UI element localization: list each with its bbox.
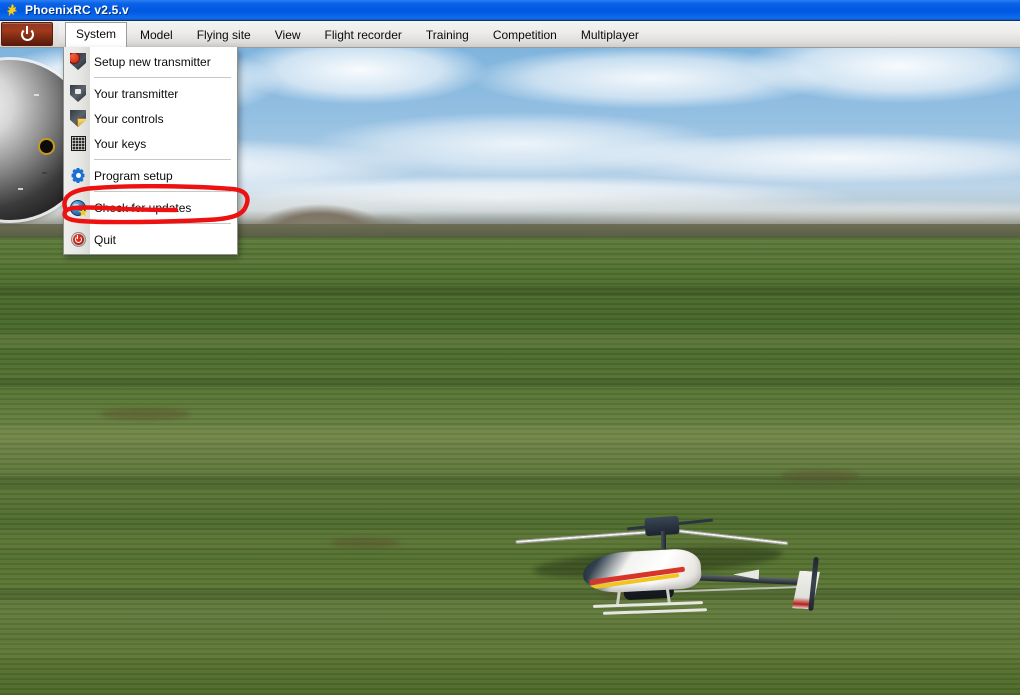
window-title: PhoenixRC v2.5.v	[25, 3, 129, 17]
phoenix-bird-icon	[4, 2, 20, 18]
menu-item-setup-new-transmitter[interactable]: Setup new transmitter	[64, 49, 237, 74]
system-dropdown-menu: Setup new transmitter Your transmitter Y…	[63, 47, 238, 255]
menu-item-label: Your controls	[94, 111, 164, 126]
power-off-icon	[68, 230, 88, 250]
toolbar-divider	[53, 22, 59, 46]
menu-item-your-transmitter[interactable]: Your transmitter	[64, 81, 237, 106]
menu-tab-training[interactable]: Training	[415, 23, 480, 47]
menu-separator	[94, 223, 231, 224]
menu-tab-flight-recorder[interactable]: Flight recorder	[314, 23, 413, 47]
menu-tab-multiplayer[interactable]: Multiplayer	[570, 23, 650, 47]
menu-bar: System Model Flying site View Flight rec…	[0, 21, 1020, 48]
power-icon	[20, 25, 34, 41]
shield-lock-icon	[68, 109, 88, 129]
menu-separator	[94, 191, 231, 192]
shield-plus-icon	[68, 52, 88, 72]
menu-tab-label: Flying site	[196, 28, 251, 42]
menu-tab-label: System	[76, 27, 117, 41]
menu-tab-label: Multiplayer	[580, 28, 639, 42]
menu-item-label: Setup new transmitter	[94, 54, 211, 69]
menu-tab-label: Model	[140, 28, 173, 42]
shield-transmitter-icon	[68, 84, 88, 104]
menu-item-label: Program setup	[94, 168, 173, 183]
menu-item-check-for-updates[interactable]: Check for updates	[64, 195, 237, 220]
menu-separator	[94, 77, 231, 78]
menu-tab-competition[interactable]: Competition	[482, 23, 568, 47]
menu-separator	[94, 159, 231, 160]
menu-tab-view[interactable]: View	[264, 23, 312, 47]
gear-icon	[68, 166, 88, 186]
menu-tab-flying-site[interactable]: Flying site	[186, 23, 262, 47]
menu-item-label: Your transmitter	[94, 86, 179, 101]
phoenix-bird-glyph	[6, 3, 18, 17]
menu-item-your-controls[interactable]: Your controls	[64, 106, 237, 131]
menu-item-label: Your keys	[94, 136, 147, 151]
title-bar: PhoenixRC v2.5.v	[0, 0, 1020, 21]
menu-item-label: Quit	[94, 232, 117, 247]
grass-field	[0, 238, 1020, 695]
rc-helicopter	[505, 473, 825, 615]
menu-tab-system[interactable]: System	[65, 22, 128, 48]
dial-aperture	[38, 138, 55, 155]
dial-tick	[18, 188, 23, 190]
globe-star-icon	[68, 198, 88, 218]
dial-tick	[34, 94, 39, 96]
keypad-icon	[68, 134, 88, 154]
menu-tab-model[interactable]: Model	[129, 23, 184, 47]
menu-tab-label: Competition	[492, 28, 557, 42]
menu-item-quit[interactable]: Quit	[64, 227, 237, 252]
menu-tabs: System Model Flying site View Flight rec…	[65, 20, 652, 48]
application-window: PhoenixRC v2.5.v System Model Flying sit…	[0, 0, 1020, 695]
menu-item-label: Check for updates	[94, 200, 192, 215]
menu-item-program-setup[interactable]: Program setup	[64, 163, 237, 188]
dial-tick	[42, 172, 47, 174]
menu-tab-label: Training	[425, 28, 469, 42]
menu-item-your-keys[interactable]: Your keys	[64, 131, 237, 156]
main-rotor-blade	[515, 529, 666, 544]
menu-tab-label: Flight recorder	[324, 28, 402, 42]
menu-tab-label: View	[274, 28, 301, 42]
power-button[interactable]	[1, 22, 53, 46]
main-rotor-blade	[660, 527, 789, 546]
